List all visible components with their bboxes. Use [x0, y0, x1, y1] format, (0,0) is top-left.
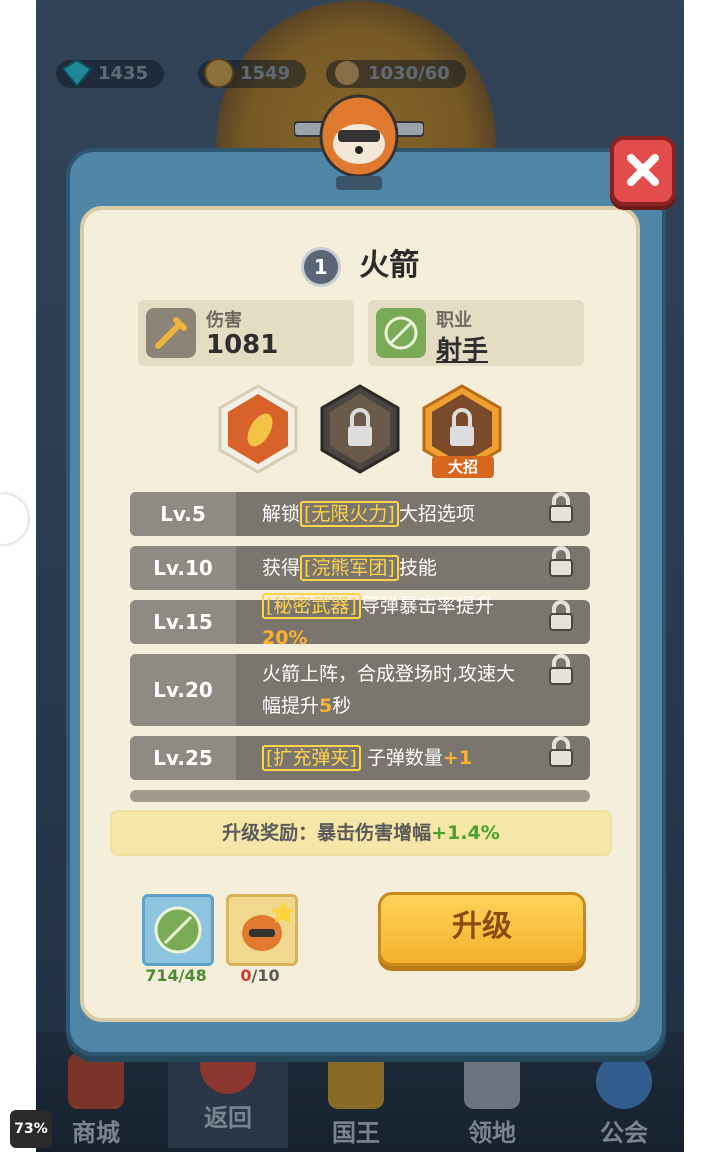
level-row: Lv.15 [秘密武器] 导弹暴击率提升20%	[130, 593, 590, 649]
damage-label: 伤害	[206, 310, 242, 331]
level-label: Lv.5	[130, 492, 236, 536]
level-label: Lv.25	[130, 736, 236, 780]
floating-assistant-bubble[interactable]	[0, 494, 28, 544]
skill-locked-1-icon[interactable]	[318, 384, 402, 474]
level-row: Lv.25 [扩充弹夹] 子弹数量+1	[130, 736, 590, 780]
level-description: 解锁 [无限火力] 大招选项	[262, 501, 475, 527]
upgrade-button[interactable]: 升级	[378, 892, 586, 966]
reward-label: 升级奖励：暴击伤害增幅	[222, 822, 432, 844]
class-material-slot[interactable]	[142, 894, 214, 966]
level-row: Lv.10 获得 [浣熊军团] 技能	[130, 546, 590, 590]
class-value[interactable]: 射手	[436, 330, 488, 367]
ultimate-tag: 大招	[432, 456, 494, 478]
level-row: Lv.5 解锁 [无限火力] 大招选项	[130, 492, 590, 536]
upgrade-reward-bar: 升级奖励：暴击伤害增幅+1.4%	[110, 810, 612, 856]
level-description: [扩充弹夹] 子弹数量+1	[262, 736, 534, 780]
level-label: Lv.20	[130, 654, 236, 726]
damage-stat: 伤害 1081	[138, 300, 354, 366]
lock-icon	[549, 492, 573, 523]
close-icon	[627, 154, 659, 186]
battery-indicator: 73%	[10, 1110, 52, 1148]
bow-icon	[376, 308, 426, 358]
level-description: [秘密武器] 导弹暴击率提升20%	[262, 593, 494, 649]
lock-icon	[549, 600, 573, 631]
level-label: Lv.10	[130, 546, 236, 590]
shard-count: 0/10	[240, 966, 280, 985]
hero-star-badge: 1	[300, 246, 341, 287]
list-overflow-row	[130, 790, 590, 802]
lock-icon	[549, 654, 573, 685]
lock-icon	[549, 546, 573, 577]
reward-value: +1.4%	[431, 822, 500, 844]
close-button[interactable]	[610, 136, 676, 206]
hero-name: 火箭	[359, 248, 420, 283]
level-description: 获得 [浣熊军团] 技能	[262, 555, 437, 581]
lock-icon	[549, 736, 573, 767]
level-row: Lv.20 火箭上阵，合成登场时,攻速大幅提升5秒	[130, 654, 590, 726]
level-description: 火箭上阵，合成登场时,攻速大幅提升5秒	[262, 663, 516, 717]
skill-bullet-icon[interactable]	[216, 384, 300, 474]
class-label: 职业	[436, 310, 472, 331]
class-stat: 职业 射手	[368, 300, 584, 366]
hero-title: 1 火箭	[0, 240, 720, 287]
sword-icon	[146, 308, 196, 358]
hero-shard-slot[interactable]	[226, 894, 298, 966]
level-label: Lv.15	[130, 600, 236, 644]
class-material-count: 714/48	[145, 966, 207, 985]
bow-token-icon	[154, 906, 202, 954]
damage-value: 1081	[206, 330, 279, 360]
raccoon-hero-portrait	[294, 94, 424, 190]
raccoon-shard-icon	[242, 901, 295, 951]
